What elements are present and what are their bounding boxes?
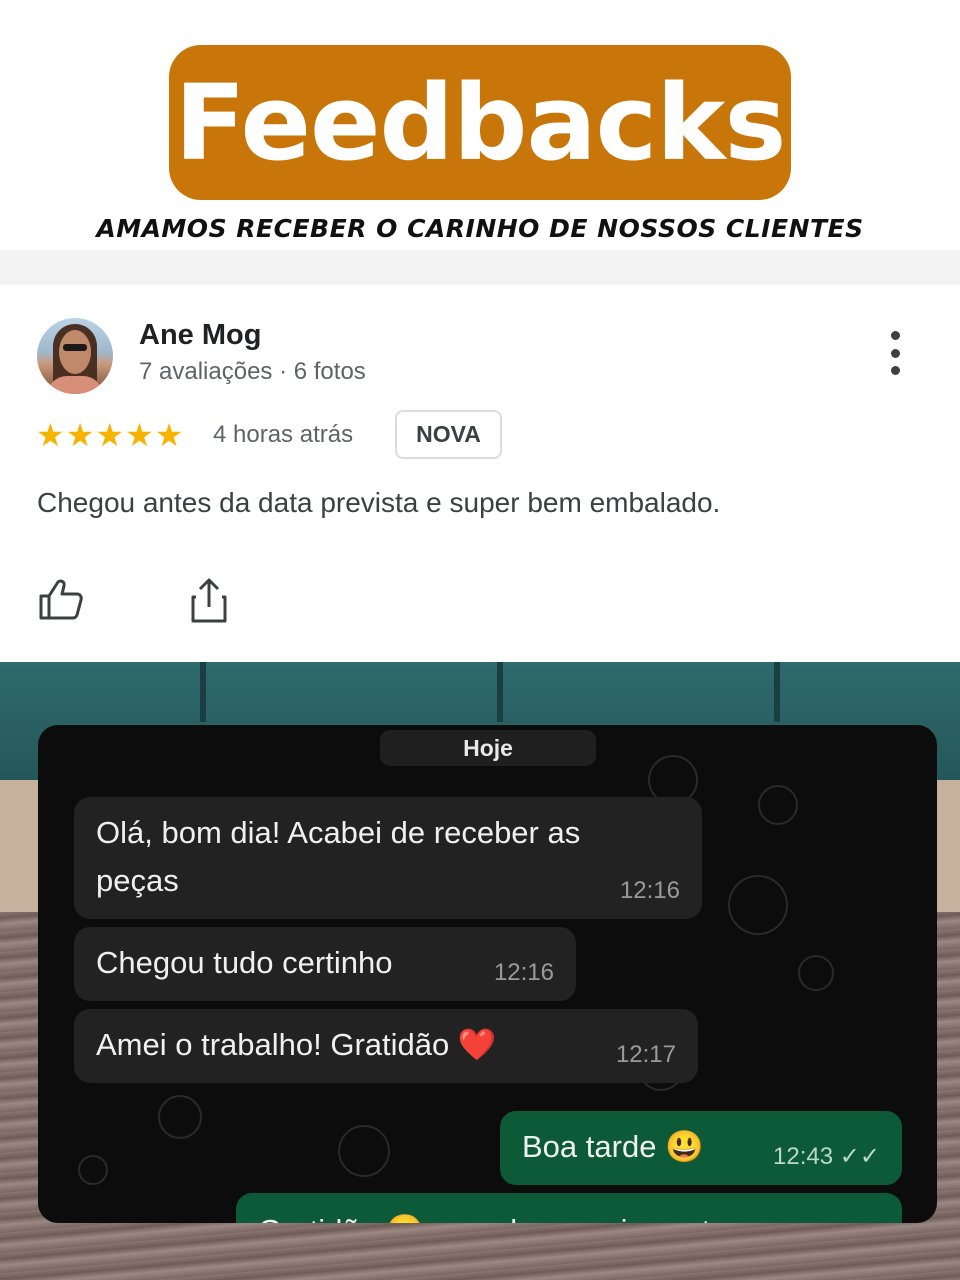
message-bubble-outgoing-partial[interactable]: Gratidão 😊 e qualquer coisa estou a	[236, 1193, 902, 1223]
feedback-page: Feedbacks AMAMOS RECEBER O CARINHO DE NO…	[0, 0, 960, 1280]
wallpaper-doodle	[158, 1095, 202, 1139]
review-card: Ane Mog 7 avaliações · 6 fotos ★★★★★ 4 h…	[0, 285, 960, 663]
message-time: 12:17	[615, 1040, 676, 1068]
message-text-content: Boa tarde	[522, 1129, 657, 1164]
fabric-seam	[497, 662, 503, 722]
message-text: Chegou tudo certinho	[96, 945, 393, 980]
separator-band	[0, 250, 960, 285]
kebab-dot	[890, 348, 900, 358]
smiley-emoji-icon: 😃	[665, 1129, 704, 1164]
message-text: Gratidão 😊 e qualquer coisa estou a	[258, 1207, 771, 1223]
star-rating: ★★★★★	[36, 417, 185, 453]
heart-emoji-icon: ❤️	[457, 1027, 497, 1062]
thumbs-up-icon[interactable]	[38, 578, 84, 620]
message-bubble-incoming[interactable]: Chegou tudo certinho 12:16	[74, 927, 576, 1001]
message-text: Boa tarde 😃	[522, 1123, 704, 1171]
review-time: 4 horas atrás	[213, 421, 354, 448]
message-time: 12:43	[773, 1142, 834, 1170]
wallpaper-doodle	[78, 1155, 108, 1185]
message-text: Olá, bom dia! Acabei de receber as peças	[96, 809, 580, 905]
reviewer-meta: 7 avaliações · 6 fotos	[139, 358, 366, 385]
avatar-face	[59, 330, 91, 374]
avatar-glasses	[63, 344, 87, 351]
kebab-dot	[890, 366, 900, 375]
fabric-seam	[200, 662, 206, 722]
message-bubble-incoming[interactable]: Olá, bom dia! Acabei de receber as peças…	[74, 797, 702, 919]
message-line: Olá, bom dia! Acabei de receber as	[96, 815, 581, 850]
reviewer-name[interactable]: Ane Mog	[139, 319, 261, 352]
kebab-dot	[890, 331, 900, 340]
wallpaper-doodle	[338, 1125, 390, 1177]
page-subtitle: AMAMOS RECEBER O CARINHO DE NOSSOS CLIEN…	[96, 214, 864, 243]
title-banner: Feedbacks	[169, 45, 791, 200]
wallpaper-doodle	[798, 955, 834, 991]
wallpaper-doodle	[758, 785, 798, 825]
message-text-content: Amei o trabalho! Gratidão	[96, 1027, 450, 1062]
review-text: Chegou antes da data prevista e super be…	[37, 487, 721, 518]
page-title: Feedbacks	[174, 61, 787, 184]
message-time: 12:16	[619, 876, 680, 904]
message-bubble-incoming[interactable]: Amei o trabalho! Gratidão ❤️ 12:17	[74, 1009, 698, 1083]
fabric-seam	[774, 662, 780, 722]
double-check-icon: ✓✓	[839, 1142, 880, 1170]
share-icon[interactable]	[190, 577, 228, 623]
message-time: 12:16	[493, 958, 554, 986]
kebab-menu-icon[interactable]	[880, 331, 910, 375]
avatar[interactable]	[37, 318, 113, 394]
chat-date-divider: Hoje	[380, 730, 596, 766]
wallpaper-doodle	[728, 875, 788, 935]
message-line: peças	[96, 863, 179, 899]
message-text: Amei o trabalho! Gratidão ❤️	[96, 1021, 496, 1069]
message-bubble-outgoing[interactable]: Boa tarde 😃 12:43 ✓✓	[500, 1111, 902, 1185]
new-badge: NOVA	[395, 410, 502, 459]
chat-screenshot: Hoje Olá, bom dia! Acabei de receber as …	[38, 725, 937, 1223]
message-time-status: 12:43 ✓✓	[773, 1138, 880, 1175]
